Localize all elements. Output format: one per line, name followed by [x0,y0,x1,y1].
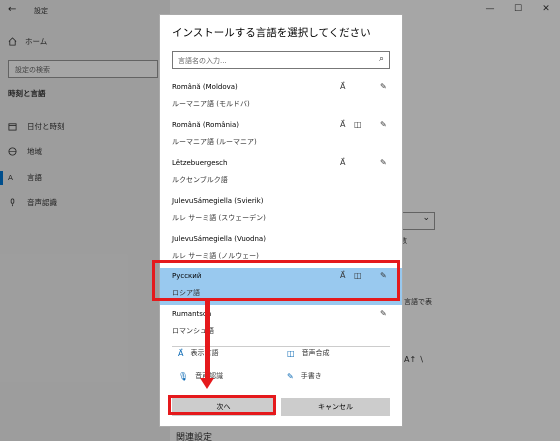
tts-icon: ◫ [287,348,295,358]
legend-label: 音声合成 [301,349,330,357]
handwriting-icon: ✎ [380,309,387,318]
search-placeholder: 言語名の入力... [178,57,227,65]
language-search-input[interactable]: 言語名の入力... ⌕ [172,51,390,69]
microphone-icon: 🎙 [178,371,189,381]
legend-handwriting: ✎ 手書き [287,371,322,381]
language-native-name: ルレ サーミ語 (スウェーデン) [172,214,266,222]
language-item[interactable]: Română (România) ルーマニア語 (ルーマニア) A⃗ ◫ ✎ [160,117,402,154]
tts-icon: ◫ [354,120,362,129]
language-native-name: ルーマニア語 (ルーマニア) [172,138,257,146]
cancel-button[interactable]: キャンセル [281,398,390,416]
selection-highlight-annotation [152,260,400,301]
language-item[interactable]: Rumantsch ロマンシュ語 ✎ [160,306,402,343]
arrow-annotation [205,299,210,382]
language-native-name: ルーマニア語 (モルドバ) [172,100,250,108]
handwriting-icon: ✎ [380,158,387,167]
legend-tts: ◫ 音声合成 [287,348,330,358]
display-language-icon: A⃗ [340,82,346,91]
handwriting-icon: ✎ [287,371,294,381]
display-language-icon: A⃗ [340,120,346,129]
language-name: JulevuSámegiella (Svierik) [172,197,264,205]
display-language-icon: A⃗ [340,158,346,167]
search-icon: ⌕ [378,54,384,64]
dialog-title: インストールする言語を選択してください [172,27,371,39]
arrow-head-annotation [200,378,214,389]
handwriting-icon: ✎ [380,120,387,129]
language-item[interactable]: Lëtzebuergesch ルクセンブルク語 A⃗ ✎ [160,155,402,192]
next-button-highlight-annotation [168,395,276,415]
language-list[interactable]: Română (Moldova) ルーマニア語 (モルドバ) A⃗ ✎ Româ… [160,79,402,344]
legend-label: 手書き [300,372,322,380]
install-language-dialog: インストールする言語を選択してください 言語名の入力... ⌕ Română (… [159,14,403,427]
language-item[interactable]: Română (Moldova) ルーマニア語 (モルドバ) A⃗ ✎ [160,79,402,116]
language-native-name: ルクセンブルク語 [172,176,228,184]
language-name: Lëtzebuergesch [172,159,228,167]
display-language-icon: A⃗ [178,348,184,358]
language-name: JulevuSámegiella (Vuodna) [172,235,266,243]
language-name: Română (România) [172,121,239,129]
language-item[interactable]: JulevuSámegiella (Svierik) ルレ サーミ語 (スウェー… [160,193,402,230]
handwriting-icon: ✎ [380,82,387,91]
language-name: Română (Moldova) [172,83,238,91]
legend-display-language: A⃗ 表示言語 [178,348,218,358]
